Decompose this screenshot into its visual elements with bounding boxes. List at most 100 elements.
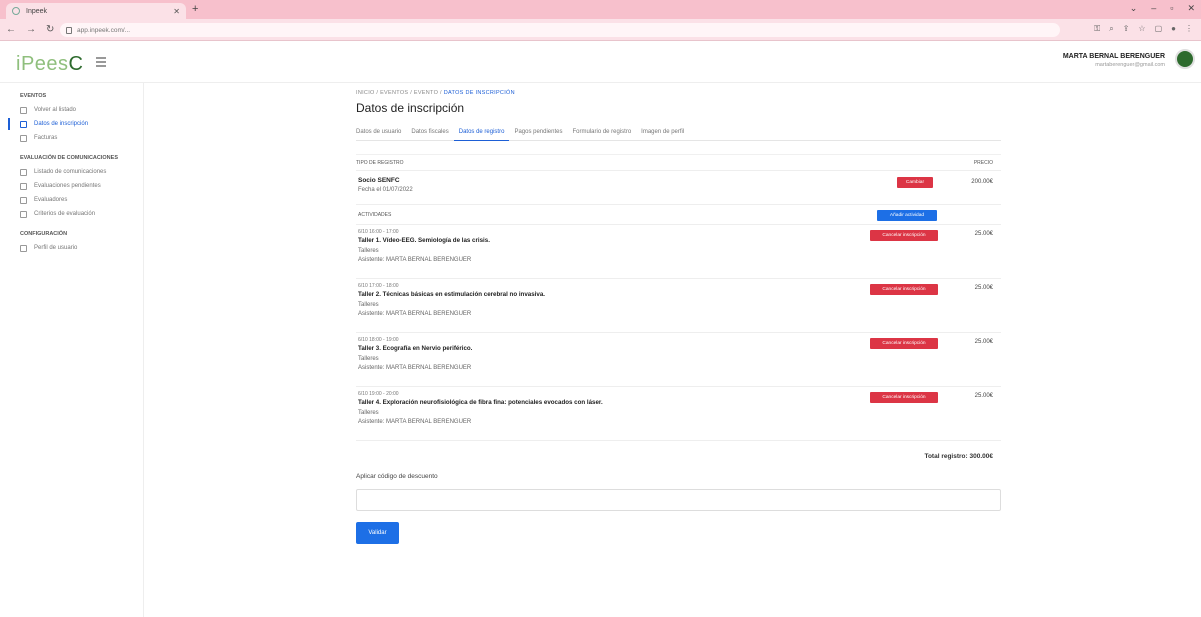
menu-icon[interactable] bbox=[96, 57, 106, 69]
activity-category: Talleres bbox=[358, 248, 379, 254]
tab-title: Inpeek bbox=[26, 7, 48, 15]
activity-title: Taller 4. Exploración neurofisiológica d… bbox=[358, 399, 603, 406]
activity-price: 25.00€ bbox=[974, 285, 993, 291]
sidebar-item-evaluators[interactable]: Evaluadores bbox=[0, 193, 143, 207]
logo-mark: C bbox=[68, 53, 84, 75]
breadcrumb-item[interactable]: INICIO bbox=[356, 90, 375, 96]
star-icon[interactable]: ☆ bbox=[1138, 24, 1145, 34]
circle-icon bbox=[20, 210, 27, 218]
column-header-type: TIPO DE REGISTRO bbox=[356, 160, 404, 166]
sidebar-section-title: EVALUACIÓN DE COMUNICACIONES bbox=[20, 155, 118, 161]
sidebar-item-label: Evaluaciones pendientes bbox=[34, 183, 101, 189]
chevron-down-icon[interactable]: ⌄ bbox=[1130, 3, 1138, 14]
cancel-registration-button[interactable]: Cancelar inscripción bbox=[870, 338, 938, 349]
breadcrumb-current: DATOS DE INSCRIPCIÓN bbox=[443, 90, 515, 96]
close-window-icon[interactable]: ✕ bbox=[1187, 3, 1195, 14]
activity-price: 25.00€ bbox=[974, 393, 993, 399]
circle-icon bbox=[20, 196, 27, 204]
sidebar: EVENTOS Volver al listado Datos de inscr… bbox=[0, 83, 144, 617]
activities-label: ACTIVIDADES bbox=[358, 212, 392, 218]
user-info[interactable]: MARTA BERNAL BERENGUER martaberenguer@gm… bbox=[1063, 53, 1165, 68]
registration-price: 200.00€ bbox=[971, 179, 993, 185]
add-activity-button[interactable]: Añadir actividad bbox=[877, 210, 937, 221]
back-arrow-icon bbox=[20, 106, 27, 114]
favicon-icon bbox=[12, 7, 20, 15]
avatar[interactable] bbox=[1175, 49, 1195, 69]
window-icon[interactable]: ▢ bbox=[1155, 24, 1163, 34]
back-icon[interactable]: ← bbox=[6, 24, 16, 35]
minimize-icon[interactable]: – bbox=[1151, 3, 1156, 14]
reload-icon[interactable]: ↻ bbox=[46, 24, 54, 35]
table-row: 6/10 16:00 - 17:00 Taller 1. Vídeo-EEG. … bbox=[356, 225, 1001, 279]
header-divider bbox=[0, 82, 1201, 83]
activity-time: 6/10 17:00 - 18:00 bbox=[358, 283, 399, 289]
address-bar: ← → ↻ app.inpeek.com/... ⚿ ⌕ ⇪ ☆ ▢ ● ⋮ bbox=[0, 19, 1201, 41]
browser-tab[interactable]: Inpeek ✕ bbox=[6, 3, 186, 19]
new-tab-icon[interactable]: + bbox=[192, 3, 198, 15]
tabs: Datos de usuario Datos fiscales Datos de… bbox=[356, 127, 1001, 141]
breadcrumb: INICIO / EVENTOS / EVENTO / DATOS DE INS… bbox=[356, 90, 515, 96]
activity-title: Taller 3. Ecografía en Nervio periférico… bbox=[358, 345, 473, 352]
sidebar-item-label: Listado de comunicaciones bbox=[34, 169, 107, 175]
table-header: TIPO DE REGISTRO PRECIO bbox=[356, 155, 1001, 171]
menu-dots-icon[interactable]: ⋮ bbox=[1185, 24, 1193, 34]
invoice-icon bbox=[20, 134, 27, 142]
key-icon[interactable]: ⚿ bbox=[1094, 24, 1100, 34]
tab-fiscal-data[interactable]: Datos fiscales bbox=[406, 127, 453, 141]
sidebar-item-communications[interactable]: Listado de comunicaciones bbox=[0, 165, 143, 179]
tab-user-data[interactable]: Datos de usuario bbox=[356, 127, 406, 141]
activity-price: 25.00€ bbox=[974, 231, 993, 237]
breadcrumb-item[interactable]: EVENTOS bbox=[380, 90, 408, 96]
sidebar-item-profile[interactable]: Perfil de usuario bbox=[0, 241, 143, 255]
registration-table: TIPO DE REGISTRO PRECIO Socio SENFC Fech… bbox=[356, 154, 1001, 441]
sidebar-item-criteria[interactable]: Criterios de evaluación bbox=[0, 207, 143, 221]
breadcrumb-item[interactable]: EVENTO bbox=[414, 90, 438, 96]
main-content: INICIO / EVENTOS / EVENTO / DATOS DE INS… bbox=[356, 90, 1001, 544]
forward-icon[interactable]: → bbox=[26, 24, 36, 35]
cancel-registration-button[interactable]: Cancelar inscripción bbox=[870, 230, 938, 241]
change-registration-button[interactable]: Cambiar bbox=[897, 177, 933, 188]
sidebar-section-title: EVENTOS bbox=[20, 93, 47, 99]
logo[interactable]: iPeesC bbox=[16, 53, 83, 76]
url-text: app.inpeek.com/... bbox=[77, 26, 131, 34]
url-input[interactable]: app.inpeek.com/... bbox=[60, 23, 1060, 37]
discount-label: Aplicar código de descuento bbox=[356, 473, 438, 480]
activity-title: Taller 2. Técnicas básicas en estimulaci… bbox=[358, 291, 545, 298]
discount-code-input[interactable] bbox=[356, 489, 1001, 511]
user-email: martaberenguer@gmail.com bbox=[1095, 62, 1165, 68]
activity-time: 6/10 16:00 - 17:00 bbox=[358, 229, 399, 235]
validate-button[interactable]: Validar bbox=[356, 522, 399, 544]
tab-registration-form[interactable]: Formulario de registro bbox=[567, 127, 636, 141]
activity-price: 25.00€ bbox=[974, 339, 993, 345]
nav-buttons: ← → ↻ bbox=[6, 24, 54, 35]
tab-registration-data[interactable]: Datos de registro bbox=[453, 127, 510, 141]
activity-category: Talleres bbox=[358, 302, 379, 308]
tab-pending-payments[interactable]: Pagos pendientes bbox=[509, 127, 567, 141]
activities-header-row: ACTIVIDADES Añadir actividad bbox=[356, 205, 1001, 225]
maximize-icon[interactable]: ▫ bbox=[1170, 3, 1173, 14]
search-icon[interactable]: ⌕ bbox=[1109, 24, 1113, 34]
registration-name: Socio SENFC bbox=[358, 177, 400, 184]
page-title: Datos de inscripción bbox=[356, 101, 465, 115]
cancel-registration-button[interactable]: Cancelar inscripción bbox=[870, 392, 938, 403]
app: iPeesC MARTA BERNAL BERENGUER martaberen… bbox=[0, 41, 1201, 617]
activity-category: Talleres bbox=[358, 410, 379, 416]
cancel-registration-button[interactable]: Cancelar inscripción bbox=[870, 284, 938, 295]
sidebar-item-label: Perfil de usuario bbox=[34, 245, 78, 251]
profile-icon[interactable]: ● bbox=[1171, 24, 1176, 34]
sidebar-item-invoices[interactable]: Facturas bbox=[0, 131, 143, 145]
activity-title: Taller 1. Vídeo-EEG. Semiología de las c… bbox=[358, 237, 490, 244]
sidebar-item-back[interactable]: Volver al listado bbox=[0, 103, 143, 117]
sidebar-item-pending-evaluations[interactable]: Evaluaciones pendientes bbox=[0, 179, 143, 193]
activity-attendee: Asistente: MARTA BERNAL BERENGUER bbox=[358, 365, 472, 371]
activity-time: 6/10 19:00 - 20:00 bbox=[358, 391, 399, 397]
tab-profile-image[interactable]: Imagen de perfil bbox=[636, 127, 689, 141]
sidebar-item-label: Volver al listado bbox=[34, 107, 77, 113]
registration-date: Fecha el 01/07/2022 bbox=[358, 187, 413, 193]
share-icon[interactable]: ⇪ bbox=[1123, 24, 1130, 34]
sidebar-item-registration[interactable]: Datos de inscripción bbox=[0, 117, 143, 131]
extension-icons: ⚿ ⌕ ⇪ ☆ ▢ ● ⋮ bbox=[1094, 24, 1193, 34]
download-icon bbox=[20, 168, 27, 176]
sidebar-item-label: Criterios de evaluación bbox=[34, 211, 96, 217]
close-icon[interactable]: ✕ bbox=[173, 7, 180, 16]
